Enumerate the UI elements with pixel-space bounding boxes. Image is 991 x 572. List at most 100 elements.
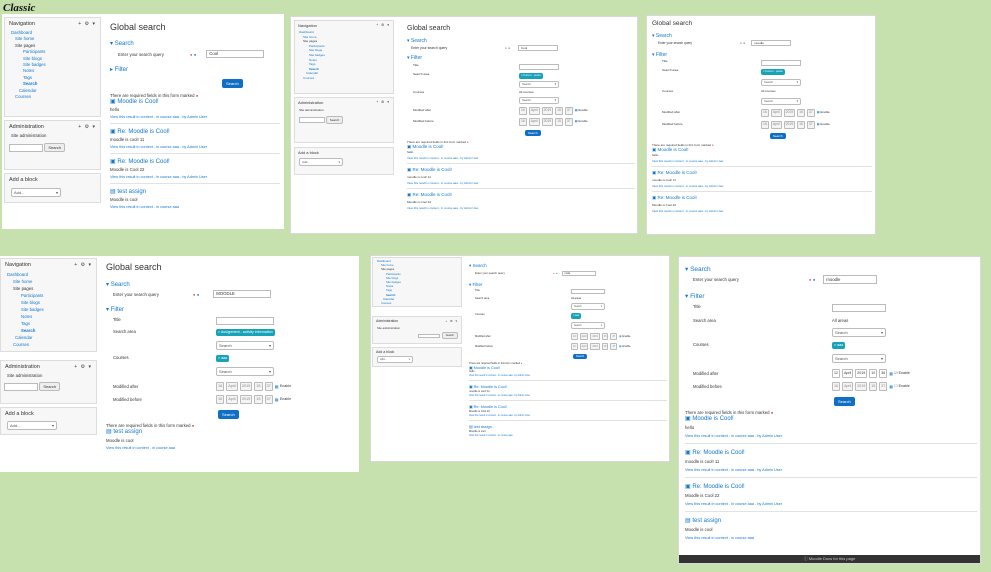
enable-checkbox[interactable]: ☑ Enable — [894, 371, 909, 376]
calendar-icon[interactable]: ▦ — [817, 122, 820, 127]
nav-tags[interactable]: Tags — [5, 320, 92, 327]
month-select[interactable]: April — [226, 395, 238, 404]
result-title[interactable]: ▣ Re: Moodle is Cool! — [407, 167, 635, 173]
calendar-icon[interactable]: ▦ — [275, 384, 279, 389]
courses-select[interactable]: Search ▾ — [519, 96, 559, 105]
hour-select[interactable]: 10 — [869, 369, 878, 378]
minute-select[interactable]: 37 — [610, 343, 618, 351]
courses-select[interactable]: Search ▾ — [761, 97, 801, 106]
course-tag[interactable]: × aaa — [832, 342, 846, 349]
search-area-tag[interactable]: × Assignment - activity information — [216, 329, 275, 336]
day-select[interactable]: 16 — [519, 107, 527, 115]
search-submit-button[interactable]: Search — [218, 410, 239, 419]
search-section-toggle[interactable]: ▾ Search — [110, 40, 280, 47]
course-tag[interactable]: × aaa — [216, 355, 230, 362]
year-select[interactable]: 2019 — [239, 395, 253, 404]
nav-courses[interactable]: Courses — [5, 341, 92, 348]
month-select[interactable]: April — [770, 109, 782, 117]
result-title[interactable]: ▤ test assign — [110, 188, 280, 195]
search-area-select[interactable]: Search ▾ — [761, 78, 801, 87]
hour-select[interactable]: 15 — [254, 382, 263, 391]
filter-section-toggle[interactable]: ▾ Filter — [407, 55, 635, 61]
result-context-link[interactable]: View this result in context - in course … — [685, 536, 977, 540]
result-context-link[interactable]: View this result in context - in course … — [110, 175, 280, 179]
result-context-link[interactable]: View this result in context - in course … — [469, 434, 667, 437]
result-context-link[interactable]: View this result in context - in course … — [652, 184, 872, 188]
add-block-select[interactable]: Add... ▾ — [299, 158, 343, 166]
minute-select[interactable]: 37 — [264, 395, 273, 404]
result-context-link[interactable]: View this result in context - in course … — [685, 434, 977, 438]
title-input[interactable] — [571, 289, 605, 294]
enable-checkbox[interactable]: Enable — [578, 109, 587, 113]
month-select[interactable]: April — [842, 369, 854, 378]
nav-courses[interactable]: Courses — [299, 76, 389, 81]
search-query-input[interactable]: moodle — [823, 275, 878, 284]
minute-select[interactable]: 37 — [564, 117, 573, 126]
result-title[interactable]: ▤ test assign — [106, 428, 356, 435]
search-query-input[interactable]: Cool — [206, 50, 265, 58]
enable-checkbox[interactable]: Enable — [820, 122, 829, 127]
courses-select[interactable]: Search ▾ — [571, 321, 605, 329]
year-select[interactable]: 2019 — [855, 382, 868, 391]
result-context-link[interactable]: View this result in context - in course … — [469, 414, 667, 417]
minute-select[interactable]: 37 — [264, 382, 273, 391]
block-controls[interactable]: + ⚙ ▾ — [78, 21, 96, 27]
result-context-link[interactable]: View this result in context - in course … — [110, 145, 280, 149]
enable-checkbox[interactable]: Enable — [280, 397, 291, 402]
search-submit-button[interactable]: Search — [573, 354, 588, 360]
result-title[interactable]: ▤ test assign — [685, 517, 977, 524]
search-area-select[interactable]: Search ▾ — [216, 341, 274, 350]
help-icon[interactable]: ● — [194, 52, 196, 57]
result-context-link[interactable]: View this result in context - in course … — [407, 156, 635, 160]
search-query-input[interactable]: Cool — [518, 45, 559, 51]
day-select[interactable]: 16 — [761, 120, 769, 129]
block-controls[interactable]: + ⚙ ▾ — [445, 319, 458, 323]
search-submit-button[interactable]: Search — [770, 132, 786, 139]
course-tag[interactable]: × aaa — [571, 313, 582, 319]
search-query-input[interactable]: code — [561, 270, 596, 276]
nav-calendar[interactable]: Calendar — [5, 334, 92, 341]
block-controls[interactable]: + ⚙ ▾ — [376, 23, 390, 28]
result-context-link[interactable]: View this result in context - in course … — [685, 468, 977, 472]
block-controls[interactable]: + ⚙ ▾ — [74, 364, 92, 370]
result-context-link[interactable]: View this result in context - in course … — [469, 394, 667, 397]
filter-section-toggle[interactable]: ▾ Filter — [106, 306, 356, 313]
month-select[interactable]: April — [226, 382, 238, 391]
year-select[interactable]: 2019 — [783, 109, 796, 117]
calendar-icon[interactable]: ▦ — [575, 109, 578, 113]
minute-select[interactable]: 37 — [564, 107, 573, 115]
enable-checkbox[interactable]: Enable — [622, 335, 630, 338]
courses-select[interactable]: Search ▾ — [216, 367, 274, 376]
year-select[interactable]: 2019 — [590, 343, 600, 351]
result-title[interactable]: ▤ test assign — [469, 424, 667, 429]
result-title[interactable]: ▣ Moodle is Cool! — [110, 98, 280, 105]
nav-dashboard[interactable]: Dashboard — [5, 271, 92, 278]
hour-select[interactable]: 15 — [254, 395, 263, 404]
calendar-icon[interactable]: ▦ — [889, 384, 893, 389]
year-select[interactable]: 2019 — [783, 120, 796, 129]
admin-search-button[interactable]: Search — [325, 116, 344, 125]
nav-site-home[interactable]: Site home — [5, 278, 92, 285]
search-submit-button[interactable]: Search — [525, 129, 541, 136]
search-area-tag[interactable]: × Forum - posts — [519, 73, 543, 79]
minute-select[interactable]: 37 — [806, 109, 815, 117]
result-context-link[interactable]: View this result in context - in course … — [110, 205, 280, 209]
year-select[interactable]: 2019 — [541, 117, 554, 126]
month-select[interactable]: April — [770, 120, 782, 129]
result-context-link[interactable]: View this result in context - in course … — [407, 181, 635, 185]
year-select[interactable]: 2019 — [541, 107, 554, 115]
day-select[interactable]: 16 — [761, 109, 769, 117]
add-block-select[interactable]: Add... ▾ — [11, 188, 61, 197]
result-context-link[interactable]: View this result in context - in course … — [110, 115, 280, 119]
calendar-icon[interactable]: ▦ — [619, 335, 621, 338]
month-select[interactable]: April — [579, 343, 589, 351]
courses-select[interactable]: Search ▾ — [832, 354, 886, 363]
search-section-toggle[interactable]: ▾ Search — [685, 265, 977, 273]
title-input[interactable] — [519, 64, 559, 70]
filter-section-toggle[interactable]: ▾ Filter — [469, 282, 667, 288]
result-context-link[interactable]: View this result in context - in course … — [652, 209, 872, 213]
search-area-tag[interactable]: × Forum - posts — [761, 69, 785, 75]
admin-search-input[interactable] — [418, 333, 441, 338]
enable-checkbox[interactable]: Enable — [578, 119, 587, 124]
enable-checkbox[interactable]: Enable — [820, 111, 829, 115]
